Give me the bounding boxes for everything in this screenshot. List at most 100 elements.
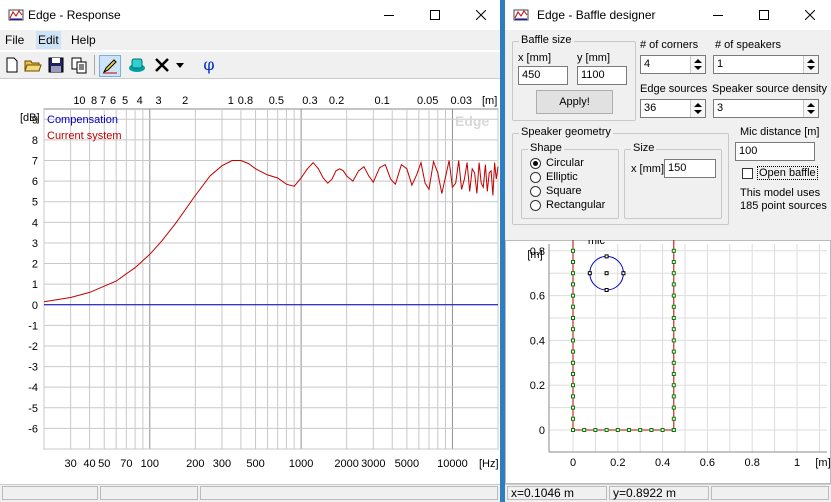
status-cell-3 bbox=[200, 486, 498, 500]
minimize-button[interactable] bbox=[695, 0, 741, 30]
x-tick-label: 1 bbox=[794, 457, 800, 469]
edge-source bbox=[571, 416, 575, 421]
baffle-status-bar: x=0.1046 m y=0.8922 m bbox=[505, 484, 831, 502]
corners-spinner[interactable]: 4 bbox=[640, 55, 706, 74]
edge-source bbox=[615, 428, 620, 432]
mic-label: mic bbox=[588, 240, 606, 247]
top-tick-label: 2 bbox=[182, 95, 188, 107]
copy-icon[interactable] bbox=[69, 55, 89, 75]
edge-source bbox=[671, 394, 676, 399]
window-title: Edge - Baffle designer bbox=[537, 8, 656, 22]
shape-rectangular-radio[interactable] bbox=[530, 200, 541, 211]
baffle-y-input[interactable]: 1100 bbox=[577, 66, 627, 85]
shape-square-label: Square bbox=[546, 185, 582, 197]
spinner-arrows[interactable] bbox=[690, 100, 705, 117]
edge-source bbox=[571, 327, 575, 332]
shape-circular-label: Circular bbox=[546, 157, 584, 169]
chart-grid bbox=[43, 108, 499, 450]
spinner-arrows[interactable] bbox=[803, 100, 818, 117]
x-unit-label: [Hz] bbox=[479, 458, 499, 470]
edge-source bbox=[671, 338, 676, 343]
y-tick-label: -4 bbox=[28, 382, 38, 394]
baffle-x-input[interactable]: 450 bbox=[518, 66, 568, 85]
response-titlebar[interactable]: Edge - Response bbox=[0, 0, 500, 30]
mic-distance-input[interactable]: 100 bbox=[735, 142, 815, 161]
status-cell-3 bbox=[711, 486, 829, 500]
y-tick-label: 2 bbox=[32, 259, 38, 271]
top-tick-label: 0.3 bbox=[302, 95, 317, 107]
menu-file[interactable]: File bbox=[5, 33, 24, 47]
speakers-spinner[interactable]: 1 bbox=[713, 55, 819, 74]
shape-square-radio[interactable] bbox=[530, 186, 541, 197]
edge-source bbox=[649, 428, 654, 432]
maximize-button[interactable] bbox=[741, 0, 787, 30]
open-baffle-checkbox[interactable] bbox=[742, 168, 753, 179]
y-tick-label: 0 bbox=[539, 425, 545, 437]
top-tick-label: 6 bbox=[110, 95, 116, 107]
y-tick-label: 7 bbox=[32, 156, 38, 168]
shape-elliptic-radio[interactable] bbox=[530, 172, 541, 183]
edge-source bbox=[571, 304, 575, 309]
maximize-button[interactable] bbox=[412, 0, 458, 30]
open-baffle-label[interactable]: Open baffle bbox=[757, 166, 818, 180]
speaker-source bbox=[621, 271, 626, 276]
edge-source bbox=[671, 416, 676, 421]
y-tick-label: 4 bbox=[32, 217, 38, 229]
menu-help[interactable]: Help bbox=[71, 33, 96, 47]
edge-source bbox=[671, 349, 676, 354]
info-line-2: 185 point sources bbox=[740, 200, 827, 212]
edge-source bbox=[571, 338, 575, 343]
x-tick-label: 2000 bbox=[334, 458, 358, 470]
save-icon[interactable] bbox=[46, 55, 66, 75]
top-tick-label: 10 bbox=[73, 95, 85, 107]
shape-circular-radio[interactable] bbox=[530, 158, 541, 169]
size-x-input[interactable]: 150 bbox=[664, 159, 716, 178]
apply-button[interactable]: Apply! bbox=[536, 90, 613, 114]
baffle-designer-window: Edge - Baffle designer Baffle size x [mm… bbox=[505, 0, 831, 502]
response-chart: 9876543210-1-2-3-4-5-630 40 50 70 100 200 300 5… bbox=[20, 95, 499, 470]
group-label: Shape bbox=[528, 142, 564, 154]
corners-label: # of corners bbox=[640, 39, 699, 51]
delete-icon[interactable] bbox=[152, 55, 172, 75]
pencil-icon[interactable] bbox=[99, 55, 121, 77]
y-tick-label: 6 bbox=[32, 176, 38, 188]
edge-source bbox=[571, 383, 575, 388]
3d-view-icon[interactable] bbox=[127, 55, 147, 75]
y-tick-label: 8 bbox=[32, 135, 38, 147]
spinner-arrows[interactable] bbox=[690, 56, 705, 73]
edge-source bbox=[671, 304, 676, 309]
spinner-arrows[interactable] bbox=[803, 56, 818, 73]
minimize-button[interactable] bbox=[366, 0, 412, 30]
edge-source bbox=[627, 428, 631, 432]
speakers-value: 1 bbox=[717, 58, 724, 70]
baffle-titlebar[interactable]: Edge - Baffle designer bbox=[505, 0, 831, 30]
edge-source bbox=[571, 360, 575, 365]
close-button[interactable] bbox=[458, 0, 500, 30]
edge-source bbox=[671, 271, 676, 276]
edge-source bbox=[604, 428, 609, 432]
legend-compensation: Compensation bbox=[47, 114, 118, 126]
speaker-density-spinner[interactable]: 3 bbox=[713, 99, 819, 118]
phase-icon[interactable]: φ bbox=[198, 55, 220, 75]
x-tick-label: 0.4 bbox=[655, 457, 670, 469]
close-button[interactable] bbox=[787, 0, 831, 30]
edge-sources-spinner[interactable]: 36 bbox=[640, 99, 706, 118]
edge-source bbox=[671, 405, 676, 410]
menu-edit[interactable]: Edit bbox=[36, 31, 61, 49]
status-y-coordinate: y=0.8922 m bbox=[609, 486, 709, 500]
y-tick-label: -6 bbox=[28, 423, 38, 435]
open-icon[interactable] bbox=[23, 55, 43, 75]
baffle-plot[interactable]: 00.20.40.60.811.200.20.40.60.8[m][m] mic bbox=[505, 240, 831, 484]
new-icon[interactable] bbox=[2, 55, 22, 75]
edge-source bbox=[671, 260, 676, 264]
edge-source bbox=[571, 260, 575, 264]
window-divider bbox=[500, 0, 505, 502]
y-tick-label: 0 bbox=[32, 300, 38, 312]
dropdown-icon[interactable] bbox=[174, 55, 186, 75]
y-axis-label: [m] bbox=[527, 249, 542, 261]
x-axis-label: [m] bbox=[815, 457, 830, 469]
legend-current-system: Current system bbox=[47, 130, 122, 142]
edge-source bbox=[671, 316, 676, 320]
x-tick-label: 5000 bbox=[395, 458, 419, 470]
window-title: Edge - Response bbox=[28, 8, 121, 22]
